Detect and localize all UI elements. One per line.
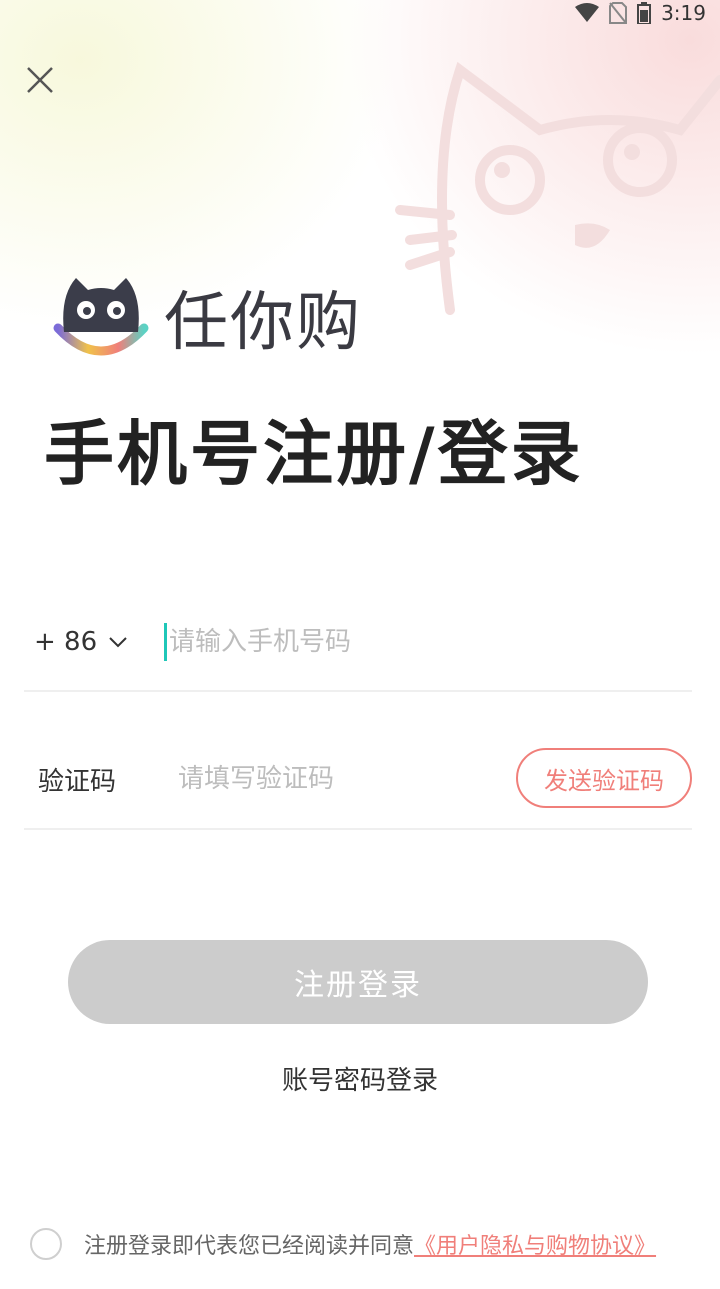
cat-watermark-icon: [395, 61, 720, 315]
no-sim-icon: [609, 2, 628, 24]
brand-logo: 任你购: [52, 272, 362, 362]
battery-icon: [637, 2, 652, 24]
agreement-link[interactable]: 《用户隐私与购物协议》: [414, 1228, 656, 1260]
country-code-selector[interactable]: + 86: [24, 627, 164, 657]
chevron-down-icon: [109, 637, 127, 648]
close-icon: [27, 67, 53, 93]
status-time: 3:19: [661, 1, 706, 25]
brand-name: 任你购: [164, 286, 362, 360]
status-bar: 3:19: [575, 0, 720, 26]
send-code-button[interactable]: 发送验证码: [516, 748, 692, 808]
phone-input[interactable]: [169, 627, 649, 657]
verification-row: 验证码 发送验证码: [24, 730, 692, 830]
verification-code-input[interactable]: [178, 764, 508, 794]
agreement-text: 注册登录即代表您已经阅读并同意: [84, 1234, 415, 1259]
register-login-button[interactable]: 注册登录: [68, 940, 648, 1024]
verification-code-label: 验证码: [38, 766, 117, 797]
text-cursor: [164, 623, 167, 661]
agreement-row: 注册登录即代表您已经阅读并同意 《用户隐私与购物协议》: [30, 1228, 656, 1260]
close-button[interactable]: [24, 64, 56, 96]
country-code-label: + 86: [34, 627, 98, 657]
phone-row: + 86: [24, 594, 692, 692]
account-password-login-link[interactable]: 账号密码登录: [0, 1060, 720, 1097]
agreement-checkbox[interactable]: [30, 1228, 62, 1260]
page-title: 手机号注册/登录: [44, 413, 584, 495]
cat-logo-icon: [53, 278, 149, 356]
wifi-icon: [575, 3, 600, 22]
